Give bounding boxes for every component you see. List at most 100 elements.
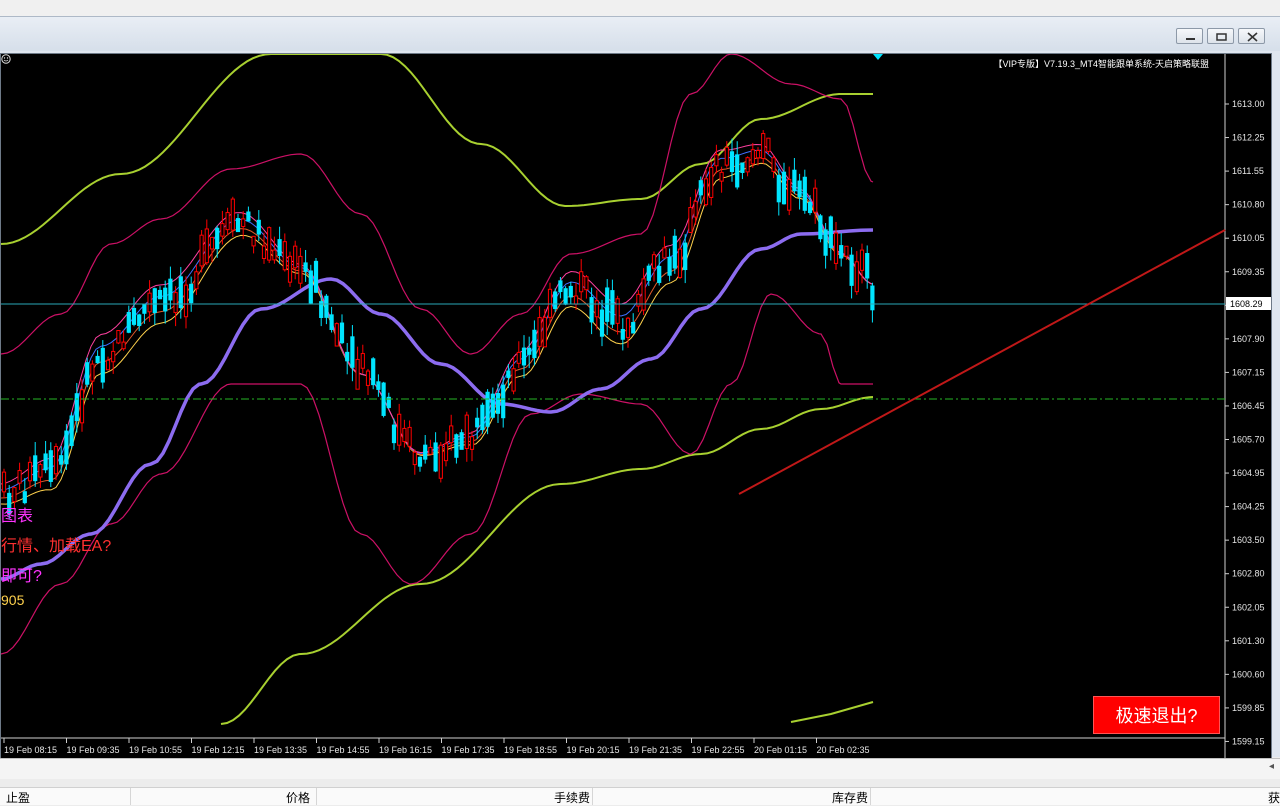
candle-body [475,417,480,428]
candle-body [345,351,350,362]
column-commission[interactable]: 手续费 [554,789,590,806]
candle-body [469,436,475,450]
candle-body [459,432,464,450]
candle-body [324,295,329,318]
candle-body [256,219,261,235]
price-tick-label: 1607.15 [1232,367,1265,377]
candle-body [339,322,345,344]
candle-body [371,358,376,386]
candle-body [501,384,506,419]
candle-body [163,287,168,312]
candle-body [766,137,771,152]
candle-body [287,255,293,283]
candle-body [428,446,433,455]
candle-body [828,216,833,249]
price-tick-label: 1601.30 [1232,636,1265,646]
candle-body [261,245,267,260]
candle-body [381,382,386,416]
candle-body [85,362,90,385]
price-chart[interactable]: 1613.00 1612.25 1611.55 1610.80 1610.05 1609.… [0,53,1272,761]
candle-body [79,389,85,424]
price-tick-label: 1606.45 [1232,401,1265,411]
candle-body [558,280,563,293]
candle-body [729,151,735,172]
candle-body [59,455,64,465]
candle-body [714,154,719,167]
chart-window: 1613.00 1612.25 1611.55 1610.80 1610.05 1609.… [0,16,1280,761]
indicator-label: 【VIP专版】V7.19.3_MT4智能跟单系统-天启策略联盟 [993,59,1209,69]
price-tick-label: 1613.00 [1232,99,1265,109]
price-tick-label: 1612.25 [1232,133,1265,143]
candle-body [74,393,79,422]
candle-body [719,171,724,182]
candle-body [391,424,397,444]
candle-body [230,198,235,231]
chart-canvas: 1613.00 1612.25 1611.55 1610.80 1610.05 1609.… [1,54,1271,760]
candle-body [516,351,521,364]
scroll-left-icon[interactable]: ◂ [1269,761,1274,772]
candle-body [797,180,802,198]
candle-body [698,180,703,196]
panel-splitter[interactable]: ◂ [0,758,1280,779]
column-divider[interactable] [130,788,131,805]
candle-body [787,178,792,211]
time-tick-label: 19 Feb 13:35 [254,745,307,755]
moving-average-slow [1,228,874,581]
candle-body [308,270,313,304]
candle-body [433,442,438,472]
column-divider[interactable] [316,788,317,805]
candle-body [360,353,365,369]
overlay-text-confirm: 即可? [1,568,42,585]
candle-body [807,201,813,214]
minimize-button[interactable] [1176,28,1203,44]
candle-body [735,154,740,188]
candle-body [547,288,553,318]
candle-body [199,234,204,267]
candle-body [662,247,667,259]
candle-body [215,227,220,250]
restore-button[interactable] [1207,28,1234,44]
candle-body [740,162,745,173]
candle-body [521,347,527,366]
column-take-profit[interactable]: 止盈 [6,789,30,806]
candle-body [646,265,651,281]
candle-body [677,248,683,279]
chart-window-titlebar[interactable] [0,17,1280,51]
close-button[interactable] [1238,28,1265,44]
candle-body [511,368,516,392]
column-swap[interactable]: 库存费 [832,789,868,806]
close-icon [1247,32,1258,42]
candle-body [792,169,797,192]
candle-body [1,471,7,493]
outer-envelope-bottom [790,701,874,723]
candle-body [537,317,542,347]
price-tick-label: 1602.05 [1232,602,1265,612]
candle-body [241,218,246,228]
time-tick-label: 19 Feb 09:35 [67,745,120,755]
quick-exit-button[interactable]: 极速退出? [1093,696,1220,734]
trade-table-header: 止盈 价格 手续费 库存费 获 [0,787,1280,805]
candle-body [823,229,828,256]
candle-body [69,415,74,446]
candle-body [449,425,454,444]
column-profit[interactable]: 获 [1268,789,1280,806]
candle-body [599,309,605,337]
column-divider[interactable] [870,788,871,805]
candle-body [397,413,402,446]
candle-body [657,265,662,283]
candle-body [870,285,875,311]
price-tick-label: 1604.95 [1232,468,1265,478]
candle-body [329,314,334,330]
column-price[interactable]: 价格 [286,789,310,806]
restore-icon [1216,33,1227,41]
candle-body [220,223,225,237]
column-divider[interactable] [592,788,593,805]
candle-body [152,288,157,314]
outer-envelope-lower [220,396,874,725]
time-tick-label: 19 Feb 12:15 [192,745,245,755]
candle-body [672,235,677,269]
candle-body [688,207,693,233]
candle-body [854,261,859,293]
candle-body [22,491,27,504]
candle-body [38,464,43,478]
